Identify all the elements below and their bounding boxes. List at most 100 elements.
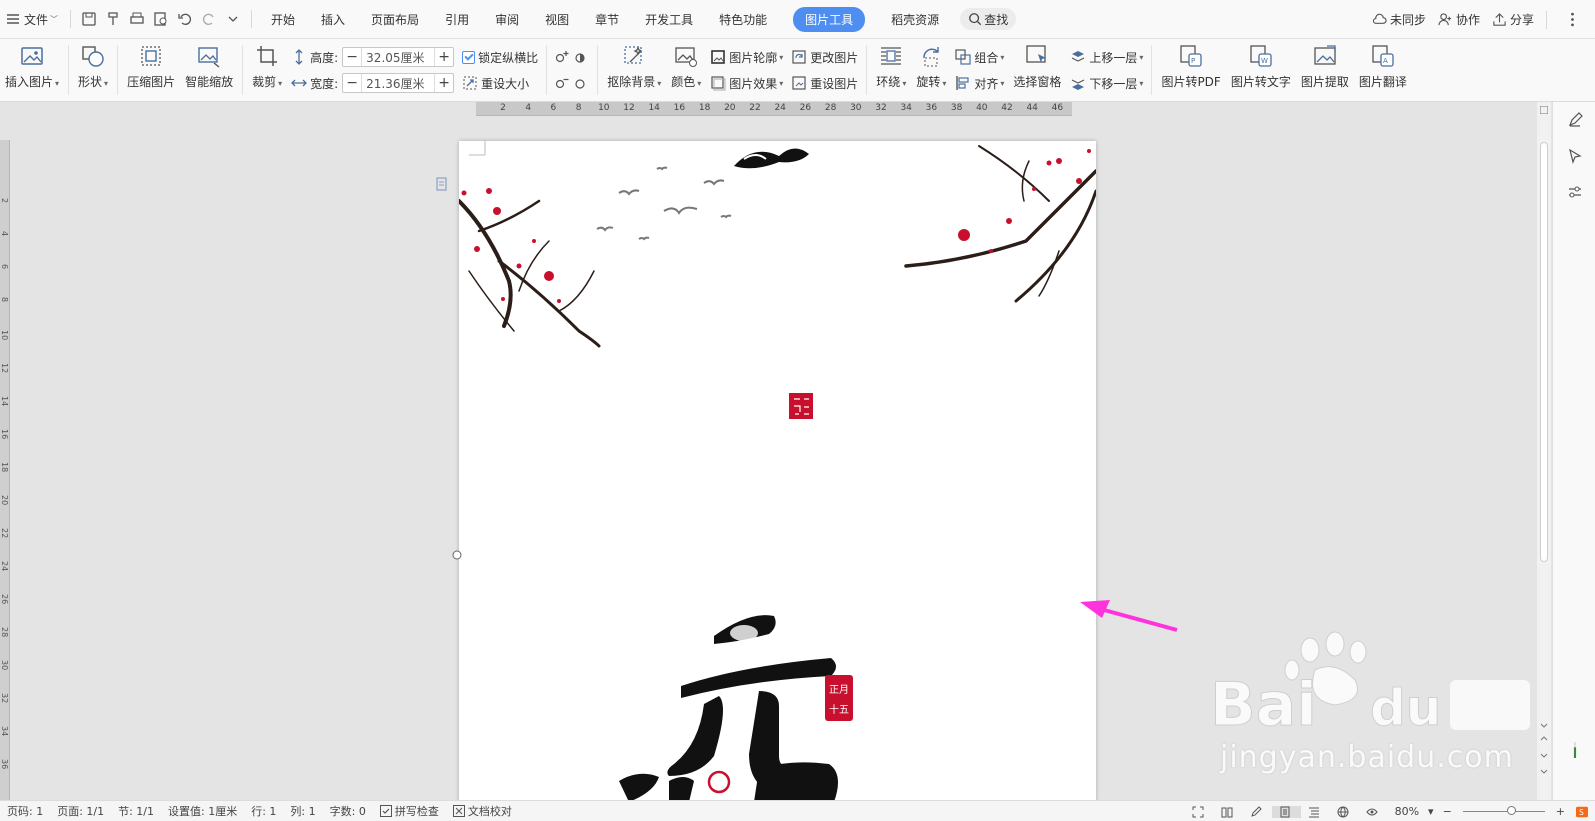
selection-pane-button[interactable]: 选择窗格 (1008, 39, 1066, 101)
insert-picture-button[interactable]: 插入图片 ▾ (0, 39, 64, 101)
collab-button[interactable]: 协作 (1432, 0, 1486, 39)
format-painter-icon[interactable] (102, 8, 124, 30)
zoom-slider-thumb[interactable] (1506, 806, 1516, 815)
reset-size-button[interactable]: 重设大小 (462, 73, 538, 93)
height-increase-button[interactable]: + (435, 48, 453, 66)
group-button[interactable]: 组合 ▾ (955, 47, 1004, 67)
picture-outline-button[interactable]: 图片轮廓 ▾ (710, 47, 783, 67)
height-input[interactable]: 32.05厘米 (361, 48, 436, 66)
word-count[interactable]: 字数: 0 (323, 803, 373, 819)
page-number[interactable]: 页码: 1 (0, 803, 50, 819)
tab-developer[interactable]: 开发工具 (632, 0, 706, 39)
setting-value[interactable]: 设置值: 1厘米 (161, 803, 244, 819)
page-count[interactable]: 页面: 1/1 (50, 803, 111, 819)
zoom-level[interactable]: 80% (1388, 805, 1426, 818)
tab-picture-tools[interactable]: 图片工具 (780, 0, 878, 39)
select-tool-button[interactable] (1553, 138, 1595, 174)
adjust-tool-button[interactable] (1553, 174, 1595, 210)
tab-view[interactable]: 视图 (532, 0, 582, 39)
brightness-up-icon[interactable] (553, 49, 569, 65)
fullscreen-button[interactable] (1185, 806, 1214, 818)
zoom-slider[interactable] (1459, 801, 1549, 821)
share-label: 分享 (1509, 13, 1534, 27)
resize-handle-icon[interactable] (452, 550, 462, 560)
group-align-group: 组合 ▾ 对齐 ▾ (951, 39, 1008, 101)
zoom-in-button[interactable]: + (1549, 805, 1572, 818)
print-icon[interactable] (126, 8, 148, 30)
change-picture-button[interactable]: 更改图片 (791, 47, 858, 67)
cloud-icon (1372, 13, 1387, 24)
section-count[interactable]: 节: 1/1 (111, 803, 161, 819)
shape-button[interactable]: 形状 ▾ (73, 39, 113, 101)
web-view-button[interactable] (1330, 806, 1359, 818)
picture-effect-button[interactable]: 图片效果 ▾ (710, 73, 783, 93)
spell-check-button[interactable]: 拼写检查 (373, 803, 446, 819)
share-button[interactable]: 分享 (1486, 0, 1540, 39)
width-input[interactable]: 21.36厘米 (361, 74, 436, 92)
pen-tool-button[interactable] (1553, 102, 1595, 138)
picture-translate-button[interactable]: A 图片翻译 (1354, 39, 1412, 101)
compress-picture-button[interactable]: 压缩图片 (122, 39, 180, 101)
zoom-out-button[interactable]: − (1436, 805, 1459, 818)
width-increase-button[interactable]: + (435, 74, 453, 92)
horizontal-ruler[interactable]: 2 4 6 8 10 12 14 16 18 20 22 24 26 28 30 32 34 36 38 40 42 44… (476, 102, 1072, 116)
align-button[interactable]: 对齐 ▾ (955, 73, 1004, 93)
search-button[interactable]: 查找 (960, 8, 1017, 30)
print-preview-icon[interactable] (150, 8, 172, 30)
proofread-button[interactable]: 文档校对 (446, 803, 519, 819)
smart-zoom-button[interactable]: 智能缩放 (180, 39, 238, 101)
more-button[interactable] (1553, 0, 1595, 39)
color-button[interactable]: 颜色 ▾ (666, 39, 706, 101)
vertical-ruler[interactable]: 2 4 6 8 10 12 14 16 18 20 22 24 26 28 30 32 34 36 (0, 140, 10, 800)
sync-button[interactable]: 未同步 (1366, 0, 1432, 39)
eye-protection-button[interactable] (1359, 806, 1388, 818)
rotate-button[interactable]: 旋转 ▾ (911, 39, 951, 101)
tab-page-layout[interactable]: 页面布局 (358, 0, 432, 39)
lock-ratio-checkbox[interactable]: 锁定纵横比 (462, 47, 538, 67)
scroll-page-arrows-icon[interactable] (1540, 722, 1548, 782)
height-stepper[interactable]: − 32.05厘米 + (342, 47, 455, 67)
bring-forward-button[interactable]: 上移一层 ▾ (1070, 47, 1143, 67)
picture-extract-button[interactable]: 图片提取 (1296, 39, 1354, 101)
undo-icon[interactable] (174, 8, 196, 30)
quick-access-dropdown-icon[interactable] (222, 8, 244, 30)
tab-home[interactable]: 开始 (258, 0, 308, 39)
width-decrease-button[interactable]: − (343, 74, 361, 92)
document-page[interactable]: 正月 十五 (459, 141, 1096, 802)
picture-to-text-button[interactable]: W 图片转文字 (1226, 39, 1296, 101)
tab-chapter[interactable]: 章节 (582, 0, 632, 39)
tab-references[interactable]: 引用 (432, 0, 482, 39)
brightness-down-icon[interactable] (553, 75, 569, 91)
save-icon[interactable] (78, 8, 100, 30)
scroll-up-icon[interactable] (1540, 106, 1548, 114)
text-wrap-icon (881, 47, 902, 65)
width-stepper[interactable]: − 21.36厘米 + (342, 73, 455, 93)
contrast-icon[interactable] (572, 49, 588, 65)
new-year-poster-image[interactable]: 正月 十五 (459, 141, 1096, 802)
reset-picture-button[interactable]: 重设图片 (791, 73, 858, 93)
document-options-icon[interactable] (436, 177, 450, 191)
tab-review[interactable]: 审阅 (482, 0, 532, 39)
height-decrease-button[interactable]: − (343, 48, 361, 66)
reading-view-button[interactable] (1214, 806, 1243, 818)
zoom-dropdown-icon[interactable]: ▾ (1426, 805, 1436, 818)
remove-background-button[interactable]: 抠除背景 ▾ (602, 39, 666, 101)
magic-wand-icon (624, 46, 643, 64)
input-method-indicator[interactable]: S (1572, 806, 1595, 818)
tab-insert[interactable]: 插入 (308, 0, 358, 39)
send-backward-label: 下移一层 (1089, 76, 1138, 91)
outline-view-button[interactable] (1301, 806, 1330, 818)
tab-special-features[interactable]: 特色功能 (706, 0, 780, 39)
tab-docer-resources[interactable]: 稻壳资源 (878, 0, 952, 39)
picture-to-pdf-button[interactable]: P 图片转PDF (1156, 39, 1225, 101)
redo-icon[interactable] (198, 8, 220, 30)
file-menu[interactable]: 文件 ﹀ (0, 0, 64, 39)
wrap-button[interactable]: 环绕 ▾ (871, 39, 911, 101)
scrollbar-thumb[interactable] (1540, 142, 1548, 562)
page-view-button[interactable] (1271, 805, 1301, 818)
contrast-down-icon[interactable] (572, 75, 588, 91)
send-backward-button[interactable]: 下移一层 ▾ (1070, 73, 1143, 93)
edit-view-button[interactable] (1243, 805, 1272, 818)
vertical-scrollbar[interactable] (1537, 102, 1551, 800)
crop-button[interactable]: 裁剪 ▾ (247, 39, 287, 101)
